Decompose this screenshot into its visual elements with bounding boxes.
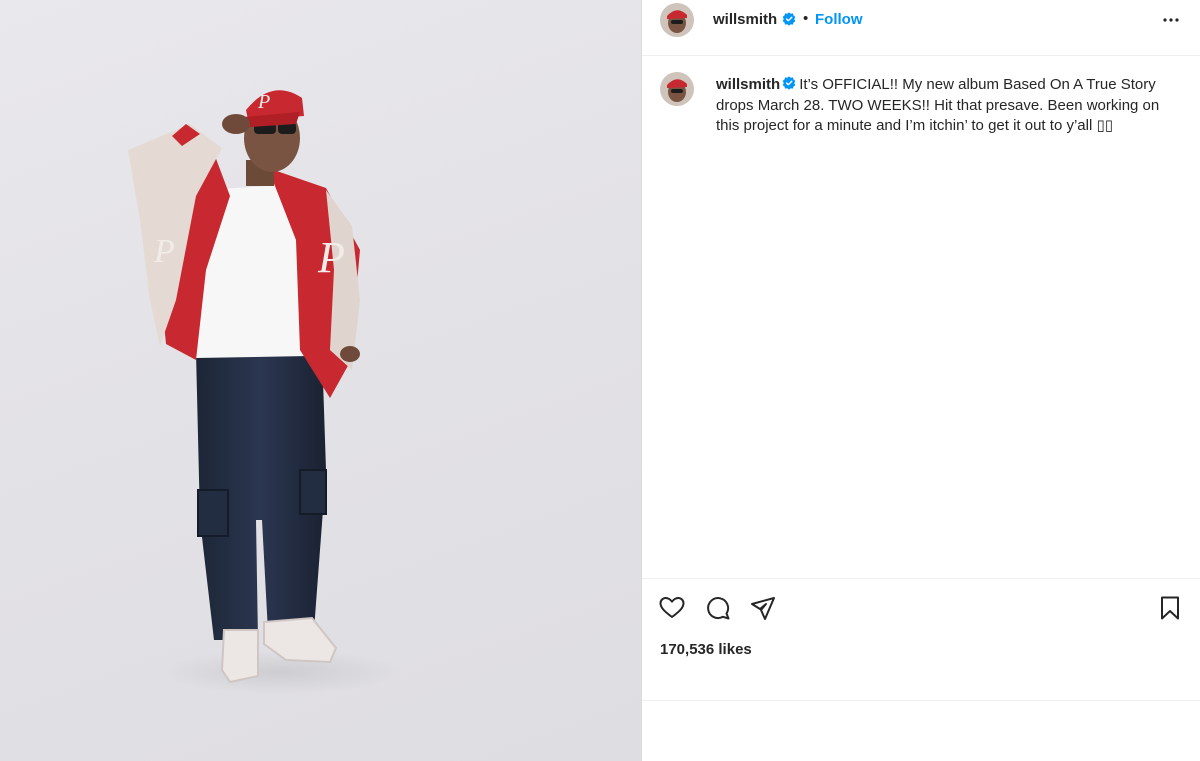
author-username[interactable]: willsmith — [713, 11, 777, 28]
share-icon[interactable] — [749, 594, 777, 622]
actions-divider — [642, 578, 1200, 579]
bookmark-icon[interactable] — [1156, 594, 1184, 622]
more-options-icon[interactable] — [1159, 5, 1183, 29]
post-photo[interactable]: P P P — [0, 0, 641, 761]
caption-username[interactable]: willsmith — [716, 76, 780, 93]
comment-icon[interactable] — [704, 594, 732, 622]
verified-badge-icon — [782, 12, 796, 26]
follow-button[interactable]: Follow — [815, 11, 863, 28]
author-avatar[interactable] — [660, 3, 694, 37]
photo-illustration: P P P — [128, 90, 400, 694]
post-header: willsmith • Follow — [642, 0, 1200, 56]
svg-text:P: P — [257, 91, 270, 113]
likes-count[interactable]: 170,536 likes — [660, 641, 752, 658]
header-separator: • — [803, 10, 809, 27]
caption-avatar[interactable] — [660, 72, 694, 106]
svg-text:P: P — [317, 233, 345, 282]
post-side-panel: willsmith • Follow willsmith It’s OFFICI… — [641, 0, 1200, 761]
svg-text:P: P — [153, 233, 175, 270]
instagram-post: P P P willsmith • Follow willsmith It’s … — [0, 0, 1200, 761]
comment-divider — [642, 700, 1200, 701]
post-caption: willsmith It’s OFFICIAL!! My new album B… — [716, 75, 1176, 137]
caption-verified-badge-icon — [782, 76, 796, 90]
heart-icon[interactable] — [658, 594, 686, 622]
